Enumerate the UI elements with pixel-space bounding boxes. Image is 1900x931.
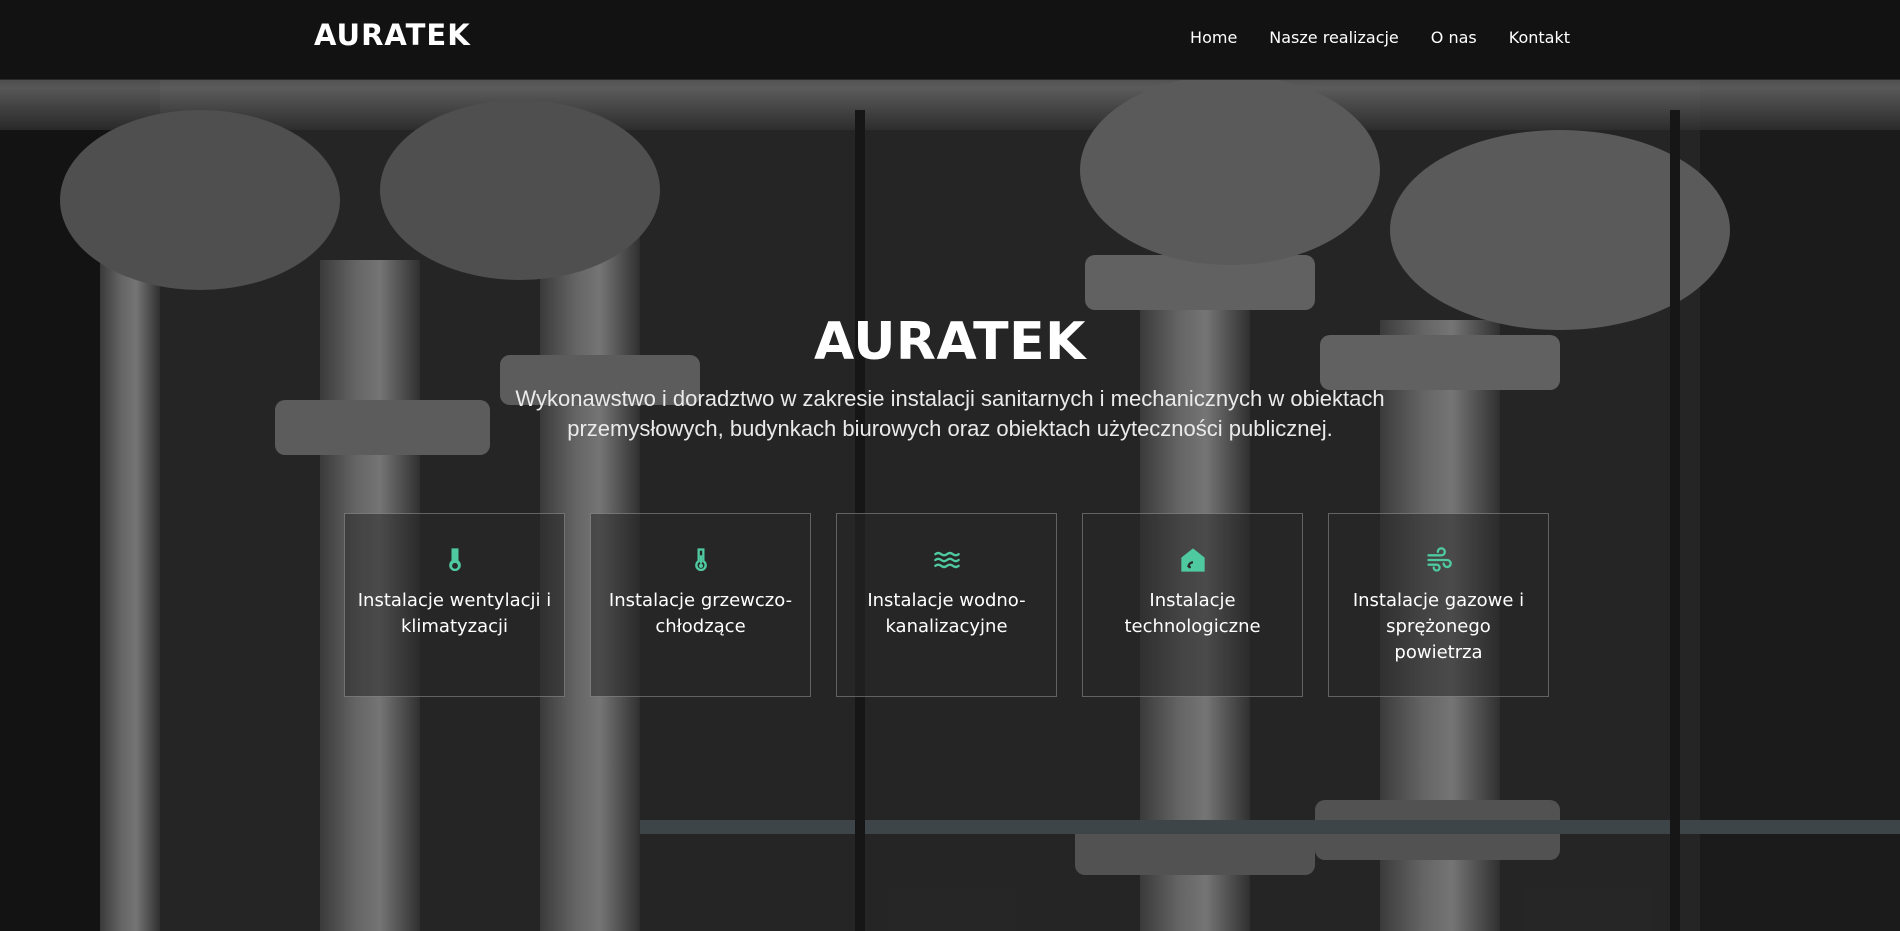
thermometer-drop-icon (439, 544, 471, 576)
page: AURATEK Home Nasze realizacje O nas Kont… (0, 0, 1900, 931)
service-card-label: Instalacje gazowe i sprężonego powietrza (1352, 590, 1525, 663)
house-signal-icon (1177, 544, 1209, 576)
nav-link-realizacje[interactable]: Nasze realizacje (1269, 28, 1399, 47)
hero-dark-overlay (0, 0, 1900, 931)
water-waves-icon (931, 544, 963, 576)
top-navbar: AURATEK Home Nasze realizacje O nas Kont… (0, 0, 1900, 80)
brand-logo[interactable]: AURATEK (314, 18, 471, 52)
nav-link-home[interactable]: Home (1190, 28, 1237, 47)
service-card-label: Instalacje wentylacji i klimatyzacji (357, 590, 552, 637)
hero-title: AURATEK (814, 312, 1086, 372)
service-card-label: Instalacje grzewczo-chłodzące (608, 590, 793, 637)
service-card-label: Instalacje technologiczne (1124, 590, 1261, 637)
service-card-technologiczne[interactable]: Instalacje technologiczne (1082, 513, 1303, 697)
nav-link-o-nas[interactable]: O nas (1431, 28, 1477, 47)
thermometer-icon (685, 544, 717, 576)
wind-icon (1423, 544, 1455, 576)
service-card-wodno[interactable]: Instalacje wodno-kanalizacyjne (836, 513, 1057, 697)
service-card-gazowe[interactable]: Instalacje gazowe i sprężonego powietrza (1328, 513, 1549, 697)
service-card-label: Instalacje wodno-kanalizacyjne (867, 590, 1026, 637)
hero-subtitle: Wykonawstwo i doradztwo w zakresie insta… (515, 386, 1385, 441)
services-grid: Instalacje wentylacji i klimatyzacji Ins… (344, 513, 1549, 697)
service-card-grzewczo[interactable]: Instalacje grzewczo-chłodzące (590, 513, 811, 697)
nav-link-kontakt[interactable]: Kontakt (1509, 28, 1570, 47)
main-navigation: Home Nasze realizacje O nas Kontakt (1190, 28, 1570, 47)
service-card-wentylacja[interactable]: Instalacje wentylacji i klimatyzacji (344, 513, 565, 697)
